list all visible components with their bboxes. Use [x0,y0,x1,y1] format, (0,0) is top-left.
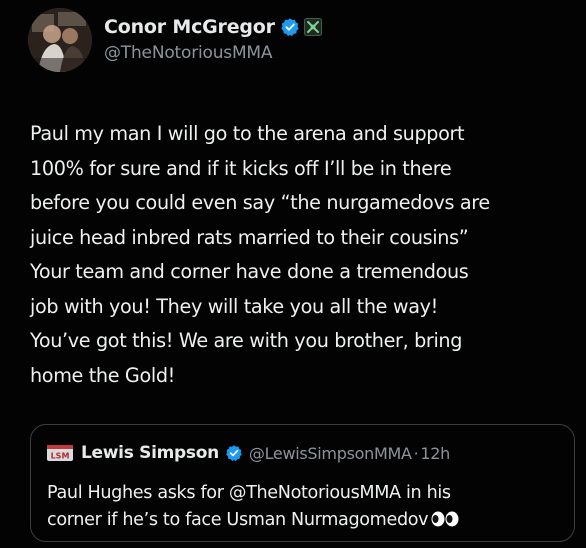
lsm-logo-icon[interactable]: LSM [47,442,73,464]
author-info[interactable]: Conor McGregor @TheNotoriousMMA [104,14,322,63]
quoted-author-handle[interactable]: @LewisSimpsonMMA [249,444,412,463]
meta-separator: · [413,443,419,463]
tweet-text-line: juice head inbred rats married to their … [30,225,469,249]
avatar-photo-icon [28,8,92,72]
author-handle[interactable]: @TheNotoriousMMA [104,43,322,63]
quoted-tweet-timestamp[interactable]: 12h [420,444,450,463]
quoted-author-name[interactable]: Lewis Simpson [81,443,219,463]
tweet-text-line: Paul my man I will go to the arena and s… [30,122,465,145]
verified-badge-icon [281,18,299,37]
tweet-text-line: home the Gold! [30,363,175,387]
tweet-text-line: You’ve got this! We are with you brother… [30,329,463,352]
quoted-tweet-text: Paul Hughes asks for @TheNotoriousMMA in… [47,480,562,534]
quoted-text-line: Paul Hughes asks for @TheNotoriousMMA in… [47,483,451,503]
author-avatar[interactable] [28,8,92,72]
quoted-text-line: corner if he’s to face Usman Nurmagomedo… [47,507,562,534]
quoted-tweet-header: LSM Lewis Simpson @LewisSimpsonMMA · 12h [47,441,450,465]
tweet-text-line: job with you! They will take you all the… [30,294,438,318]
affiliate-badge-icon[interactable] [303,18,322,36]
eyes-icon [431,511,459,527]
tweet-text: Paul my man I will go to the arena and s… [30,117,575,393]
svg-text:LSM: LSM [51,452,70,461]
tweet-text-line: Your team and corner have done a tremend… [30,260,469,283]
tweet-text-line: before you could even say “the nurgamedo… [30,191,490,214]
quoted-tweet-card[interactable]: LSM Lewis Simpson @LewisSimpsonMMA · 12h… [30,424,575,542]
tweet-card[interactable]: Conor McGregor @TheNotoriousMMA Paul my … [0,0,586,548]
author-display-name[interactable]: Conor McGregor [104,16,275,38]
quoted-text-line-content: corner if he’s to face Usman Nurmagomedo… [47,510,429,530]
tweet-text-line: 100% for sure and if it kicks off I’ll b… [30,156,452,180]
verified-badge-icon [226,445,242,462]
